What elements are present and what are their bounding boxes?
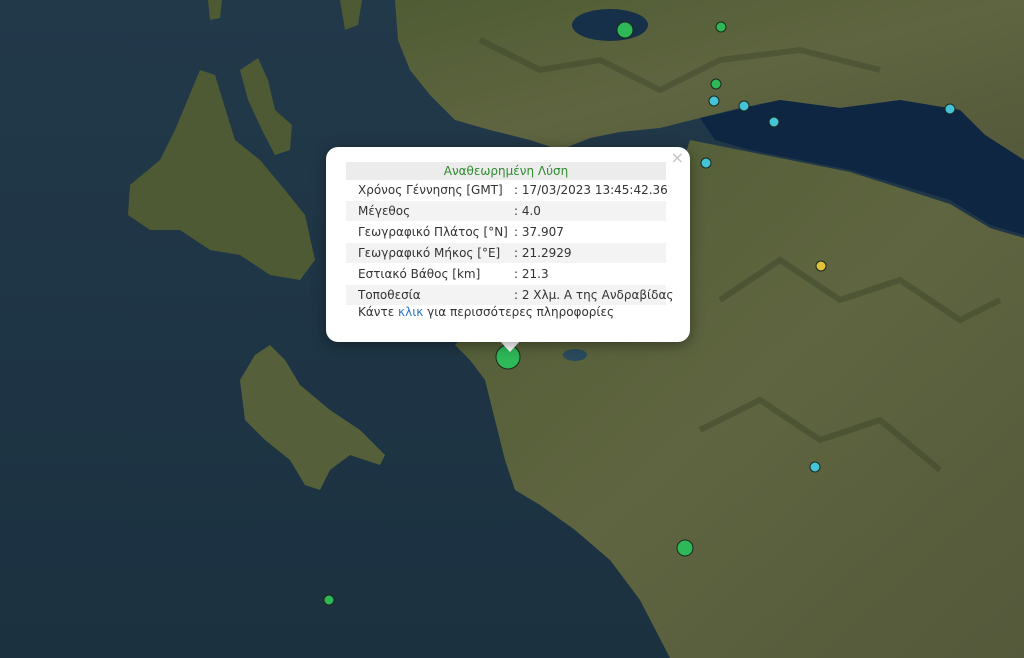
earthquake-popup: × Αναθεωρημένη Λύση Χρόνος Γέννησης [GMT… — [326, 147, 690, 342]
islet — [208, 0, 222, 20]
row-label: Τοποθεσία — [358, 288, 421, 302]
row-value: : 21.3 — [514, 267, 549, 281]
earthquake-marker[interactable] — [715, 21, 727, 33]
popup-title: Αναθεωρημένη Λύση — [346, 162, 666, 180]
row-value: : 17/03/2023 13:45:42.36 — [514, 183, 668, 197]
earthquake-marker[interactable] — [768, 116, 780, 128]
row-value: : 21.2929 — [514, 246, 572, 260]
footer-text-pre: Κάντε — [358, 305, 399, 319]
earthquake-marker[interactable] — [809, 461, 821, 473]
row-label: Μέγεθος — [358, 204, 411, 218]
row-location: Τοποθεσία : 2 Χλμ. Α της Ανδραβίδας — [346, 285, 673, 305]
earthquake-marker[interactable] — [700, 157, 712, 169]
popup-footer: Κάντε κλικ για περισσότερες πληροφορίες — [358, 305, 614, 319]
row-value: : 37.907 — [514, 225, 564, 239]
earthquake-marker[interactable] — [323, 594, 335, 606]
row-origin-time: Χρόνος Γέννησης [GMT] : 17/03/2023 13:45… — [346, 180, 668, 200]
earthquake-marker[interactable] — [815, 260, 827, 272]
row-value: : 4.0 — [514, 204, 541, 218]
earthquake-marker[interactable] — [708, 95, 720, 107]
lake — [572, 9, 648, 41]
close-icon[interactable]: × — [671, 150, 684, 166]
row-latitude: Γεωγραφικό Πλάτος [°N] : 37.907 — [346, 222, 666, 242]
row-label: Γεωγραφικό Πλάτος [°N] — [358, 225, 508, 239]
earthquake-marker[interactable] — [738, 100, 750, 112]
more-info-link[interactable]: κλικ — [398, 305, 423, 319]
row-value: : 2 Χλμ. Α της Ανδραβίδας — [514, 288, 674, 302]
earthquake-marker[interactable] — [676, 539, 694, 557]
earthquake-marker[interactable] — [710, 78, 722, 90]
earthquake-marker[interactable] — [616, 21, 634, 39]
row-label: Χρόνος Γέννησης [GMT] — [358, 183, 503, 197]
row-longitude: Γεωγραφικό Μήκος [°E] : 21.2929 — [346, 243, 666, 263]
earthquake-marker[interactable] — [944, 103, 956, 115]
row-depth: Εστιακό Βάθος [km] : 21.3 — [346, 264, 666, 284]
lake — [563, 349, 587, 361]
footer-text-post: για περισσότερες πληροφορίες — [423, 305, 614, 319]
row-magnitude: Μέγεθος : 4.0 — [346, 201, 666, 221]
row-label: Εστιακό Βάθος [km] — [358, 267, 481, 281]
row-label: Γεωγραφικό Μήκος [°E] — [358, 246, 501, 260]
